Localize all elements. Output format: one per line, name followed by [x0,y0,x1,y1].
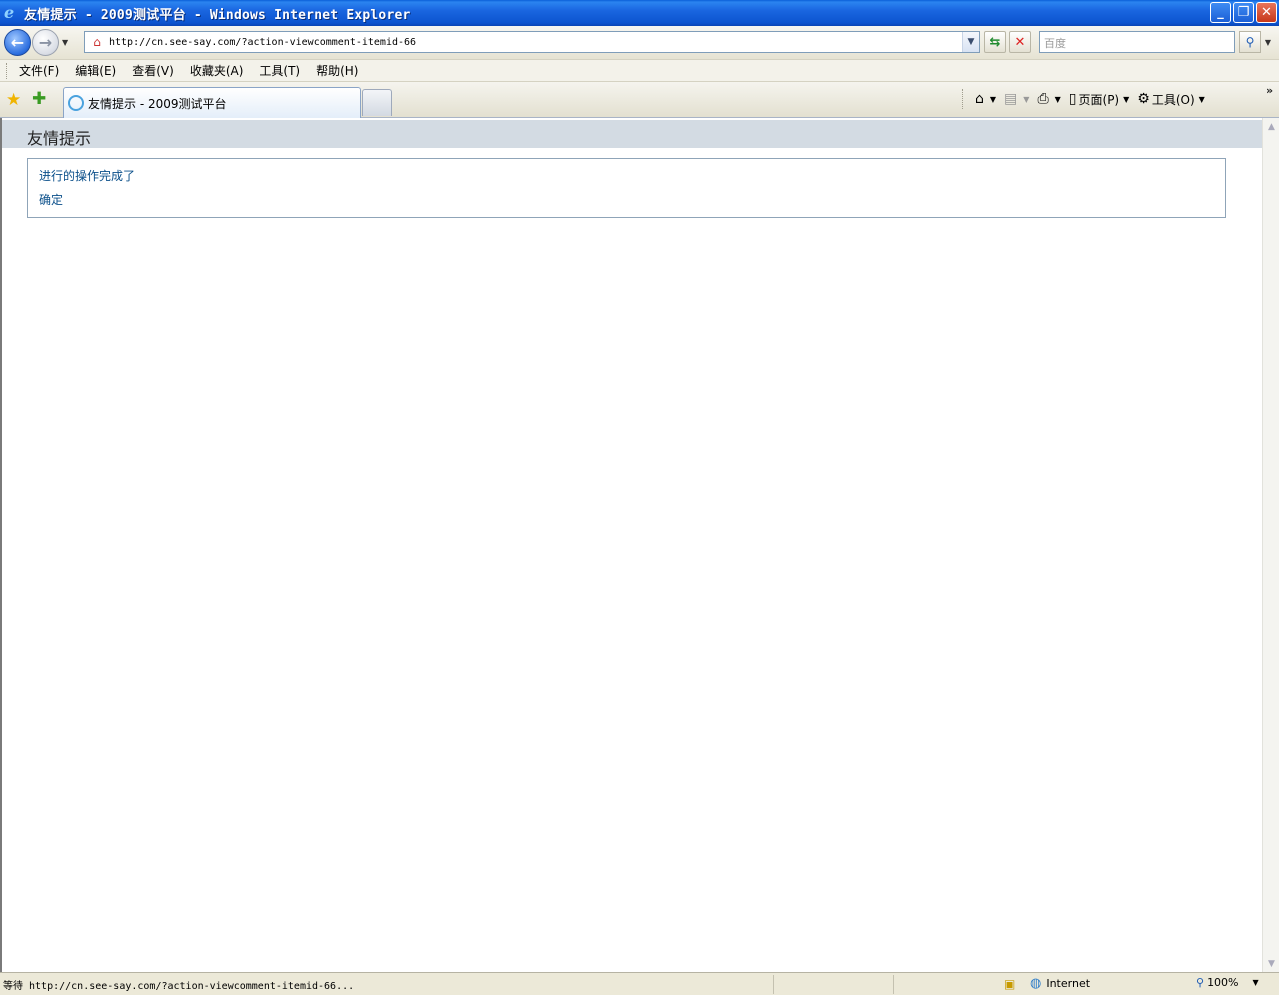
back-arrow-icon: ← [10,33,25,52]
forward-button[interactable]: → [32,29,59,56]
tab-label: 友情提示 - 2009测试平台 [88,96,227,111]
tab-bar: ★ ✚ 友情提示 - 2009测试平台 ⌂ ▼ ▤ ▼ ⎙ ▼ ▯ 页面(P) ▼ ⚙ 工具… [0,82,1279,118]
zoom-icon: ⚲ [1196,976,1205,989]
page-menu-label: 页面(P) [1078,92,1120,107]
chevron-down-icon[interactable]: ▼ [990,95,996,104]
scroll-down-icon[interactable]: ▼ [1263,955,1279,972]
status-pane [773,974,893,994]
site-favicon-icon: ⌂ [93,35,101,49]
close-button[interactable]: ✕ [1256,2,1277,23]
page-menu-button[interactable]: ▯ 页面(P) ▼ [1069,91,1129,108]
status-bar: 等待 http://cn.see-say.com/?action-viewcom… [0,972,1279,995]
print-button[interactable]: ⎙ ▼ [1037,91,1060,107]
page-title: 友情提示 [27,129,92,148]
restore-button[interactable]: ❐ [1233,2,1254,23]
new-tab-button[interactable] [362,89,392,116]
menu-favorites[interactable]: 收藏夹(A) [190,62,244,79]
search-options-dropdown-icon[interactable]: ▼ [1262,31,1274,53]
chevron-down-icon[interactable]: ▼ [1023,95,1029,104]
tools-menu-button[interactable]: ⚙ 工具(O) ▼ [1137,91,1205,108]
minimize-button[interactable]: _ [1210,2,1231,23]
stop-icon: ✕ [1014,34,1026,50]
refresh-icon: ⇆ [989,34,1001,50]
chevron-down-icon[interactable]: ▼ [1253,978,1259,987]
zoom-level: 100% [1207,976,1239,989]
ok-link[interactable]: 确定 [39,191,63,208]
page-header: 友情提示 [2,120,1262,148]
loading-icon [68,95,84,111]
search-icon: ⚲ [1245,35,1255,49]
print-icon: ⎙ [1037,91,1049,107]
feeds-button[interactable]: ▤ ▼ [1004,91,1029,107]
menu-tools[interactable]: 工具(T) [259,62,300,79]
forward-arrow-icon: → [38,33,53,52]
search-button[interactable]: ⚲ [1239,31,1261,53]
address-dropdown-icon[interactable]: ▼ [962,32,979,52]
toolbar-grip[interactable] [6,62,9,79]
scroll-up-icon[interactable]: ▲ [1263,118,1279,135]
tab-active[interactable]: 友情提示 - 2009测试平台 [63,87,361,118]
window-title: 友情提示 - 2009测试平台 - Windows Internet Explo… [24,7,411,23]
window-controls: _ ❐ ✕ [1210,2,1277,23]
protected-mode-icon[interactable]: ▣ [1004,977,1015,991]
security-zone[interactable]: ◍ Internet [1030,976,1090,991]
menu-edit[interactable]: 编辑(E) [75,62,116,79]
page-icon: ▯ [1068,91,1077,107]
zone-label: Internet [1046,977,1091,990]
rss-feed-icon: ▤ [1004,91,1018,107]
status-text: 等待 http://cn.see-say.com/?action-viewcom… [3,980,355,992]
chevron-down-icon[interactable]: ▼ [1199,95,1205,104]
menu-bar: 文件(F) 编辑(E) 查看(V) 收藏夹(A) 工具(T) 帮助(H) [0,60,1279,82]
address-toolbar: ← → ▼ ⌂ http://cn.see-say.com/?action-vi… [0,26,1279,60]
chevron-down-icon[interactable]: ▼ [1123,95,1129,104]
zoom-control[interactable]: ⚲ 100% ▼ [1196,976,1259,989]
status-pane [893,974,993,994]
history-dropdown-icon[interactable]: ▼ [62,38,68,47]
home-button[interactable]: ⌂ ▼ [975,91,996,107]
address-bar[interactable]: ⌂ http://cn.see-say.com/?action-viewcomm… [84,31,980,53]
stop-button[interactable]: ✕ [1009,31,1031,53]
add-favorites-icon[interactable]: ✚ [32,89,46,109]
refresh-button[interactable]: ⇆ [984,31,1006,53]
message-text: 进行的操作完成了 [39,169,136,183]
tools-menu-label: 工具(O) [1151,92,1195,107]
menu-file[interactable]: 文件(F) [19,62,59,79]
home-icon: ⌂ [975,91,984,107]
chevron-down-icon[interactable]: ▼ [1055,95,1061,104]
command-bar-separator [962,89,963,109]
back-button[interactable]: ← [4,29,31,56]
title-bar: e 友情提示 - 2009测试平台 - Windows Internet Exp… [0,0,1279,26]
favorites-star-icon[interactable]: ★ [6,90,21,110]
command-bar: ⌂ ▼ ▤ ▼ ⎙ ▼ ▯ 页面(P) ▼ ⚙ 工具(O) ▼ [962,88,1213,110]
gear-icon: ⚙ [1137,91,1150,107]
page-viewport: 友情提示 进行的操作完成了 确定 ▲ ▼ [0,118,1279,972]
globe-icon: ◍ [1030,976,1042,991]
menu-help[interactable]: 帮助(H) [316,62,358,79]
vertical-scrollbar[interactable]: ▲ ▼ [1262,118,1279,972]
message-box: 进行的操作完成了 确定 [27,158,1226,218]
menu-view[interactable]: 查看(V) [132,62,174,79]
ie-logo-icon: e [4,3,15,22]
address-url[interactable]: http://cn.see-say.com/?action-viewcommen… [109,37,962,48]
search-input[interactable]: 百度 [1039,31,1235,53]
toolbar-overflow-icon[interactable]: » [1266,84,1273,97]
